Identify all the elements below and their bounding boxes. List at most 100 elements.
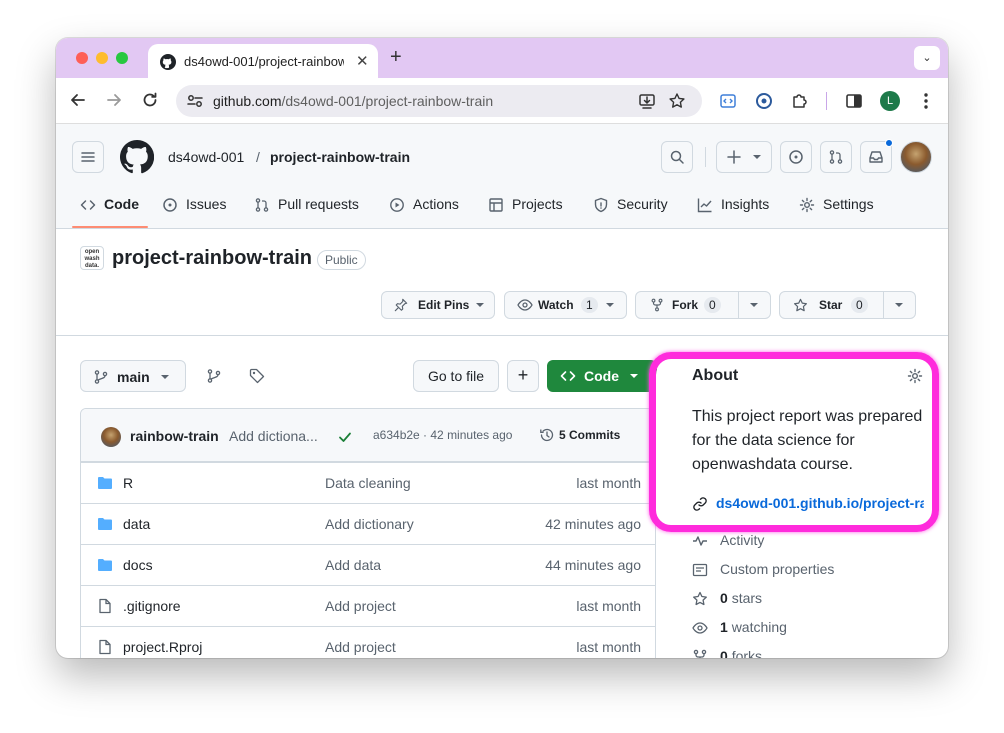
button-divider <box>738 292 739 318</box>
side-panel-icon[interactable] <box>844 91 864 111</box>
activity-label: Activity <box>720 532 765 548</box>
fork-icon <box>693 649 707 658</box>
create-new-button[interactable] <box>716 141 772 173</box>
translate-extension-icon[interactable] <box>718 91 738 111</box>
watch-button[interactable]: Watch 1 <box>504 291 627 319</box>
url-host: github.com <box>213 93 282 109</box>
file-row[interactable]: project.Rproj Add project last month <box>81 626 655 658</box>
commit-message[interactable]: Add dictiona... <box>229 428 318 444</box>
file-row[interactable]: data Add dictionary 42 minutes ago <box>81 503 655 544</box>
menu-button[interactable] <box>72 141 104 173</box>
browser-window: ds4owd-001/project-rainbow ✕ + ⌄ github.… <box>56 38 948 658</box>
search-button[interactable] <box>661 141 693 173</box>
edit-pins-button[interactable]: Edit Pins <box>381 291 495 319</box>
pull-requests-button[interactable] <box>820 141 852 173</box>
back-arrow-icon[interactable] <box>68 90 88 110</box>
stars-count: 0 <box>720 590 728 606</box>
github-header: ds4owd-001 / project-rainbow-train Code <box>56 124 948 229</box>
file-date: last month <box>576 598 641 614</box>
window-minimize-button[interactable] <box>96 52 108 64</box>
file-row[interactable]: docs Add data 44 minutes ago <box>81 544 655 585</box>
forks-count: 0 <box>720 648 728 658</box>
chevron-down-icon <box>630 374 638 378</box>
about-description: This project report was prepared for the… <box>692 408 923 473</box>
repo-name-link[interactable]: project-rainbow-train <box>270 149 410 165</box>
url-path: /ds4owd-001/project-rainbow-train <box>281 93 494 109</box>
gear-icon[interactable] <box>907 368 923 384</box>
site-settings-icon[interactable] <box>186 93 204 109</box>
window-close-button[interactable] <box>76 52 88 64</box>
file-date: 42 minutes ago <box>545 516 641 532</box>
branch-selector[interactable]: main <box>80 360 186 392</box>
tag-icon[interactable] <box>249 368 265 384</box>
install-app-icon[interactable] <box>638 92 656 110</box>
file-commit-message[interactable]: Add data <box>325 557 381 573</box>
stars-label: stars <box>731 590 763 606</box>
issues-button[interactable] <box>780 141 812 173</box>
reload-icon[interactable] <box>140 90 160 110</box>
branch-name: main <box>117 369 150 385</box>
extensions-puzzle-icon[interactable] <box>790 91 810 111</box>
file-commit-message[interactable]: Add project <box>325 639 396 655</box>
github-logo-icon[interactable] <box>120 140 154 174</box>
issue-icon <box>789 150 803 164</box>
history-clock-icon <box>540 428 554 442</box>
commit-author-avatar[interactable] <box>101 427 121 447</box>
gear-icon <box>799 197 815 213</box>
user-avatar[interactable] <box>900 141 932 173</box>
fork-label: Fork <box>672 298 699 312</box>
browser-tab[interactable]: ds4owd-001/project-rainbow ✕ <box>148 44 378 78</box>
homepage-link[interactable]: ds4owd-001.github.io/project-rainbow-tra… <box>692 494 924 514</box>
file-name[interactable]: .gitignore <box>123 598 181 614</box>
github-favicon-icon <box>160 54 176 70</box>
breadcrumb-separator: / <box>256 149 260 165</box>
note-icon <box>692 563 708 577</box>
commit-author[interactable]: rainbow-train <box>130 428 219 444</box>
inbox-icon <box>869 151 883 163</box>
check-icon[interactable] <box>337 429 353 445</box>
window-maximize-button[interactable] <box>116 52 128 64</box>
homepage-url: ds4owd-001.github.io/project-rainbow-tra… <box>716 495 924 511</box>
repo-title[interactable]: project-rainbow-train <box>112 247 312 270</box>
commit-sha-time[interactable]: a634b2e · 42 minutes ago <box>373 428 512 442</box>
header-separator <box>705 147 706 167</box>
file-icon <box>99 598 111 614</box>
code-dropdown-button[interactable]: Code <box>547 360 657 392</box>
go-to-file-button[interactable]: Go to file <box>413 360 499 392</box>
new-tab-icon[interactable]: + <box>390 46 402 69</box>
link-icon <box>693 497 707 511</box>
fork-button[interactable]: Fork 0 <box>635 291 771 319</box>
owner-link[interactable]: ds4owd-001 <box>168 149 244 165</box>
fork-dropdown-chevron-icon[interactable] <box>750 303 758 307</box>
file-commit-message[interactable]: Add dictionary <box>325 516 414 532</box>
add-file-button[interactable]: + <box>507 360 539 392</box>
file-name[interactable]: R <box>123 475 133 491</box>
latest-commit-bar: rainbow-train Add dictiona... a634b2e · … <box>81 409 655 462</box>
watch-count: 1 <box>581 297 598 313</box>
file-row[interactable]: R Data cleaning last month <box>81 462 655 503</box>
file-name[interactable]: docs <box>123 557 153 573</box>
profile-avatar[interactable]: L <box>880 91 900 111</box>
tab-code-label: Code <box>104 196 139 212</box>
tab-actions-label: Actions <box>413 196 459 212</box>
eye-icon <box>517 299 533 311</box>
tab-search-chevron-icon[interactable]: ⌄ <box>914 46 940 70</box>
bookmark-star-icon[interactable] <box>668 92 686 110</box>
file-name[interactable]: data <box>123 516 150 532</box>
tab-close-icon[interactable]: ✕ <box>356 52 369 70</box>
forward-arrow-icon[interactable] <box>104 90 124 110</box>
password-extension-icon[interactable] <box>754 91 774 111</box>
commits-link[interactable]: 5 Commits <box>559 428 620 442</box>
file-commit-message[interactable]: Add project <box>325 598 396 614</box>
eye-icon <box>692 622 708 634</box>
notification-dot <box>885 139 893 147</box>
branches-icon[interactable] <box>206 368 222 384</box>
star-button[interactable]: Star 0 <box>779 291 916 319</box>
star-dropdown-chevron-icon[interactable] <box>895 303 903 307</box>
file-row[interactable]: .gitignore Add project last month <box>81 585 655 626</box>
stars-text: 0 stars <box>720 590 762 606</box>
file-name[interactable]: project.Rproj <box>123 639 202 655</box>
more-menu-icon[interactable] <box>916 91 936 111</box>
address-bar[interactable]: github.com/ds4owd-001/project-rainbow-tr… <box>176 85 702 117</box>
file-commit-message[interactable]: Data cleaning <box>325 475 411 491</box>
